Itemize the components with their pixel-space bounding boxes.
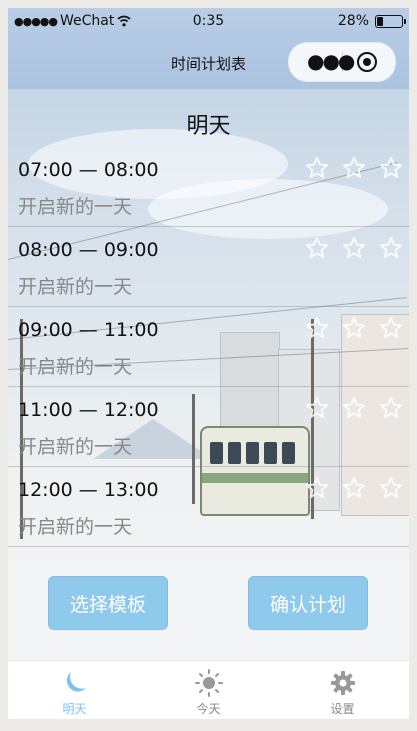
star-icon[interactable] (342, 316, 366, 340)
plan-time-range: 09:00 — 11:00 (18, 319, 159, 341)
rating-stars (305, 396, 403, 420)
divider (8, 386, 409, 387)
star-icon[interactable] (305, 396, 329, 420)
mini-program-capsule: ●●● (288, 42, 396, 82)
sun-icon (194, 669, 223, 697)
rating-stars (305, 476, 403, 500)
divider (8, 306, 409, 307)
tab-label: 设置 (330, 702, 355, 716)
capsule-divider (342, 52, 343, 72)
gear-icon (330, 671, 355, 695)
rating-stars (305, 156, 403, 180)
confirm-plan-button[interactable]: 确认计划 (248, 576, 368, 630)
plan-item[interactable]: 09:00 — 11:00 开启新的一天 (8, 316, 409, 398)
tab-bar: 明天 今天 设置 (8, 660, 409, 719)
plan-description: 开启新的一天 (18, 516, 133, 538)
close-icon[interactable] (357, 52, 377, 72)
rating-stars (305, 316, 403, 340)
battery-percent: 28% (337, 13, 369, 29)
star-icon[interactable] (379, 156, 403, 180)
plan-item[interactable]: 07:00 — 08:00 开启新的一天 (8, 156, 409, 238)
plan-item[interactable]: 08:00 — 09:00 开启新的一天 (8, 236, 409, 318)
star-icon[interactable] (342, 156, 366, 180)
plan-time-range: 07:00 — 08:00 (18, 159, 159, 181)
moon-icon (66, 672, 86, 692)
star-icon[interactable] (305, 316, 329, 340)
day-title: 明天 (186, 114, 231, 139)
tab-settings[interactable]: 设置 (276, 661, 409, 719)
plan-time-range: 12:00 — 13:00 (18, 479, 159, 501)
star-icon[interactable] (379, 396, 403, 420)
star-icon[interactable] (305, 236, 329, 260)
star-icon[interactable] (305, 156, 329, 180)
star-icon[interactable] (379, 316, 403, 340)
battery-status: 28% (337, 13, 406, 29)
plan-item[interactable]: 12:00 — 13:00 开启新的一天 (8, 476, 409, 558)
tab-today[interactable]: 今天 (142, 661, 275, 719)
select-template-button[interactable]: 选择模板 (48, 576, 168, 630)
plan-description: 开启新的一天 (18, 356, 133, 378)
navigation-bar: ●●●●● WeChat 0:35 28% 时间计划表 ●●● (8, 8, 409, 89)
tab-tomorrow[interactable]: 明天 (8, 661, 141, 719)
star-icon[interactable] (342, 236, 366, 260)
divider (8, 226, 409, 227)
star-icon[interactable] (305, 476, 329, 500)
plan-description: 开启新的一天 (18, 196, 133, 218)
rating-stars (305, 236, 403, 260)
divider (8, 466, 409, 467)
plan-description: 开启新的一天 (18, 436, 133, 458)
status-bar: ●●●●● WeChat 0:35 28% (8, 8, 409, 34)
phone-screen: ●●●●● WeChat 0:35 28% 时间计划表 ●●● 明天 07:00… (8, 8, 409, 719)
more-icon[interactable]: ●●● (307, 51, 355, 71)
star-icon[interactable] (342, 476, 366, 500)
battery-icon (375, 14, 406, 28)
star-icon[interactable] (342, 396, 366, 420)
plan-item[interactable]: 11:00 — 12:00 开启新的一天 (8, 396, 409, 478)
plan-description: 开启新的一天 (18, 276, 133, 298)
star-icon[interactable] (379, 236, 403, 260)
divider (8, 546, 409, 547)
plan-time-range: 11:00 — 12:00 (18, 399, 159, 421)
tab-label: 明天 (62, 702, 87, 716)
tab-label: 今天 (196, 702, 221, 716)
star-icon[interactable] (379, 476, 403, 500)
plan-time-range: 08:00 — 09:00 (18, 239, 159, 261)
